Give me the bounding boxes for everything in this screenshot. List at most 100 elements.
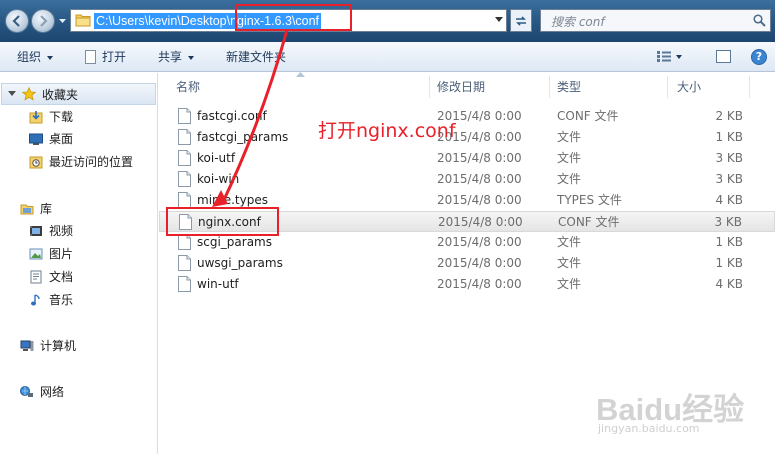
open-button[interactable]: 打开 [85,42,126,72]
file-date: 2015/4/8 0:00 [437,172,522,186]
new-folder-label: 新建文件夹 [226,50,287,64]
file-icon [178,129,191,145]
file-date: 2015/4/8 0:00 [438,215,523,229]
nav-favorites-label: 收藏夹 [42,88,79,102]
column-header-type[interactable]: 类型 [557,76,581,98]
nav-network-label: 网络 [40,385,65,399]
nav-computer-label: 计算机 [40,339,77,353]
file-type: 文件 [557,151,582,165]
file-type: CONF 文件 [557,109,619,123]
file-row[interactable]: win-utf 2015/4/8 0:00 文件 4 KB [159,274,775,295]
nav-videos-label: 视频 [49,224,74,238]
column-divider[interactable] [429,76,430,98]
command-toolbar: 组织 打开 共享 新建文件夹 ? [0,42,775,72]
file-size: 3 KB [715,172,743,186]
view-options-chevron-icon[interactable] [676,55,682,59]
file-date: 2015/4/8 0:00 [437,256,522,270]
file-row[interactable]: koi-win 2015/4/8 0:00 文件 3 KB [159,169,775,190]
pictures-icon [29,248,43,260]
file-icon [178,276,191,292]
column-header-name[interactable]: 名称 [176,76,200,98]
file-size: 3 KB [714,215,742,229]
computer-icon [20,340,34,351]
file-icon [178,192,191,208]
baidu-watermark: Baidu经验 jingyan.baidu.com [596,384,744,435]
file-size: 1 KB [715,235,743,249]
file-size: 2 KB [715,109,743,123]
new-folder-button[interactable]: 新建文件夹 [226,42,286,72]
nav-desktop-label: 桌面 [49,132,74,146]
chevron-down-icon [47,55,54,60]
file-row[interactable]: koi-utf 2015/4/8 0:00 文件 3 KB [159,148,775,169]
sort-ascending-icon [296,72,305,77]
forward-button[interactable] [31,9,55,33]
address-bar-strip: C:\Users\kevin\Desktop\nginx-1.6.3\conf … [0,0,775,42]
file-size: 1 KB [715,256,743,270]
chevron-down-icon [188,55,195,60]
view-options-icon[interactable] [657,50,671,63]
back-button[interactable] [5,9,29,33]
search-placeholder: 搜索 conf [551,15,605,29]
file-row[interactable]: uwsgi_params 2015/4/8 0:00 文件 1 KB [159,253,775,274]
file-icon [178,234,191,250]
file-type: 文件 [557,130,582,144]
help-icon[interactable]: ? [751,49,767,65]
desktop-icon [29,133,43,145]
star-icon [22,87,36,101]
document-icon [85,49,96,64]
chevron-down-icon[interactable] [495,17,503,23]
arrow-left-icon [12,15,20,27]
file-icon [178,150,191,166]
organize-button[interactable]: 组织 [17,42,54,72]
downloads-folder-icon [29,111,43,124]
file-date: 2015/4/8 0:00 [437,277,522,291]
file-icon [178,255,191,271]
file-name: fastcgi.conf [197,109,267,123]
nav-pictures-label: 图片 [49,247,74,261]
nav-libraries-label: 库 [40,202,53,216]
search-icon[interactable] [753,14,766,27]
file-type: 文件 [557,277,582,291]
network-icon [20,386,33,397]
refresh-icon [516,15,526,26]
folder-icon [75,14,91,27]
column-divider[interactable] [749,76,750,98]
share-label: 共享 [158,50,183,64]
file-type: 文件 [557,172,582,186]
file-size: 1 KB [715,130,743,144]
file-size: 4 KB [715,277,743,291]
column-divider[interactable] [667,76,668,98]
documents-icon [30,270,42,284]
recent-pages-chevron-icon[interactable] [58,16,67,26]
libraries-icon [20,204,34,215]
arrow-right-icon [40,15,48,27]
column-header-date[interactable]: 修改日期 [437,76,485,98]
expand-arrow-icon[interactable] [8,91,16,96]
nav-favorites[interactable]: 收藏夹 [1,83,156,105]
share-button[interactable]: 共享 [158,42,195,72]
file-size: 3 KB [715,151,743,165]
file-row[interactable]: fastcgi.conf 2015/4/8 0:00 CONF 文件 2 KB [159,106,775,127]
file-type: TYPES 文件 [557,193,622,207]
nav-documents-label: 文档 [49,270,74,284]
watermark-url: jingyan.baidu.com [598,422,700,435]
file-icon [178,171,191,187]
file-date: 2015/4/8 0:00 [437,193,522,207]
file-name: fastcgi_params [197,130,289,144]
file-type: 文件 [557,256,582,270]
preview-pane-icon[interactable] [716,50,731,63]
videos-icon [30,226,42,236]
open-label: 打开 [102,50,127,64]
column-header-size[interactable]: 大小 [677,76,701,98]
nav-recent-places-label: 最近访问的位置 [49,155,134,169]
navigation-pane: 收藏夹 下载 桌面 最近访问的位置 库 视频 图片 文档 音乐 计算机 网络 [0,73,158,454]
file-row[interactable]: fastcgi_params 2015/4/8 0:00 文件 1 KB [159,127,775,148]
refresh-button[interactable] [510,9,532,32]
file-name: uwsgi_params [197,256,283,270]
file-icon [178,108,191,124]
file-name: win-utf [197,277,239,291]
nav-downloads-label: 下载 [49,110,74,124]
organize-label: 组织 [17,50,42,64]
column-divider[interactable] [549,76,550,98]
search-box[interactable]: 搜索 conf [540,9,771,32]
